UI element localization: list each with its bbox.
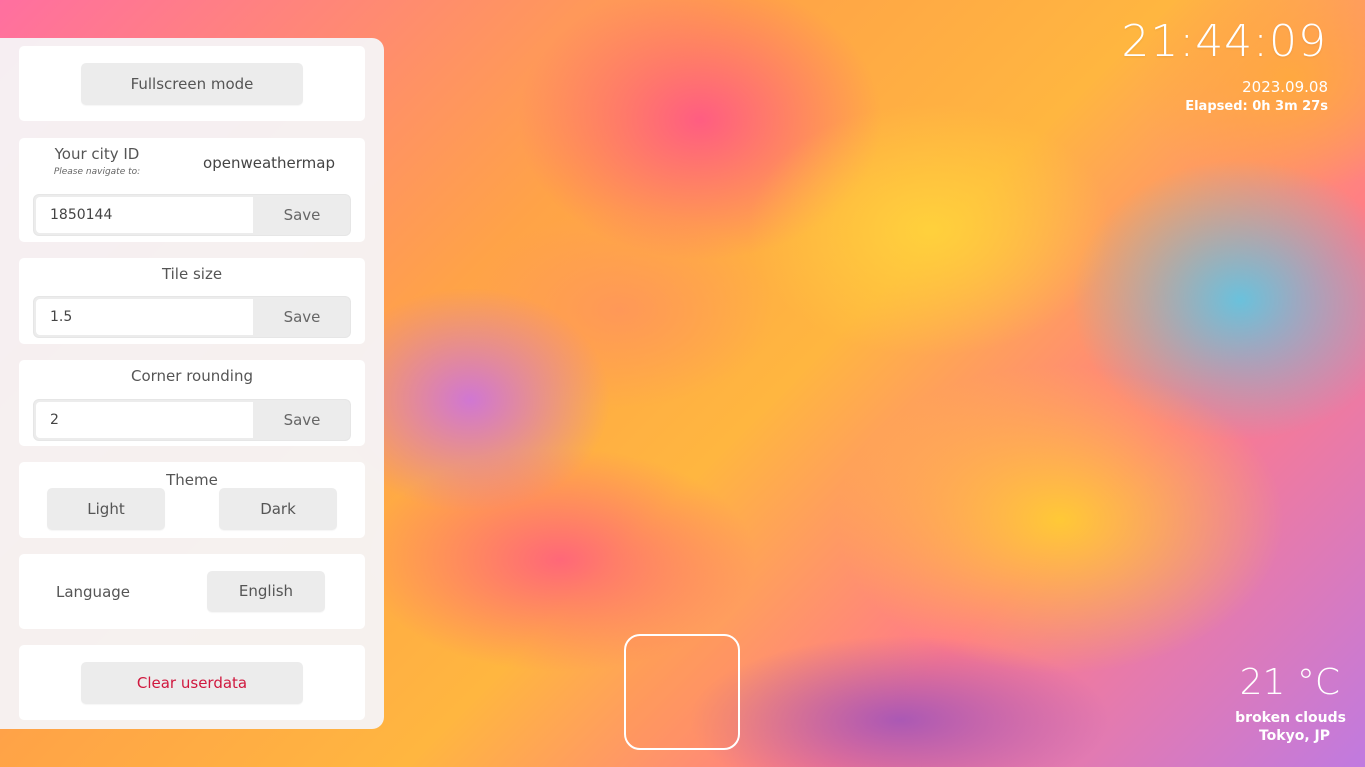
tile-size-save-button[interactable]: Save (254, 297, 350, 337)
tile-size-input[interactable]: 1.5 (36, 299, 253, 335)
corner-rounding-save-button[interactable]: Save (254, 400, 350, 440)
language-title: Language (55, 583, 131, 601)
clock-date: 2023.09.08 (1242, 78, 1328, 96)
elapsed-time: Elapsed: 0h 3m 27s (1185, 99, 1328, 114)
weather-temperature: 21 °C (1239, 662, 1340, 703)
weather-location: Tokyo, JP (1258, 728, 1330, 744)
theme-light-button[interactable]: Light (47, 488, 165, 530)
corner-rounding-title: Corner rounding (131, 367, 253, 385)
clear-userdata-button[interactable]: Clear userdata (81, 662, 303, 704)
tile-size-card: Tile size 1.5 Save (19, 258, 365, 344)
tile-size-title: Tile size (161, 265, 223, 283)
theme-card: Theme Light Dark (19, 462, 365, 538)
fullscreen-button[interactable]: Fullscreen mode (81, 63, 303, 105)
app-tile[interactable] (624, 634, 740, 750)
tile-size-input-row: 1.5 Save (34, 297, 350, 337)
openweathermap-link[interactable]: openweathermap (197, 154, 341, 172)
theme-dark-button[interactable]: Dark (219, 488, 337, 530)
corner-rounding-card: Corner rounding 2 Save (19, 360, 365, 446)
theme-title: Theme (166, 471, 218, 489)
city-id-title: Your city ID (54, 145, 140, 163)
corner-rounding-input-row: 2 Save (34, 400, 350, 440)
city-id-save-button[interactable]: Save (254, 195, 350, 235)
fullscreen-card: Fullscreen mode (19, 46, 365, 121)
city-id-input-row: 1850144 Save (34, 195, 350, 235)
clear-userdata-card: Clear userdata (19, 645, 365, 720)
city-id-card: Your city ID Please navigate to: openwea… (19, 138, 365, 242)
language-select-button[interactable]: English (207, 571, 325, 612)
city-id-hint: Please navigate to: (53, 167, 141, 177)
settings-panel: Fullscreen mode Your city ID Please navi… (0, 38, 384, 729)
city-id-input[interactable]: 1850144 (36, 197, 253, 233)
corner-rounding-input[interactable]: 2 (36, 402, 253, 438)
clock-time: 21:44:09 (1121, 16, 1327, 67)
weather-description: broken clouds (1235, 710, 1346, 726)
language-card: Language English (19, 554, 365, 629)
